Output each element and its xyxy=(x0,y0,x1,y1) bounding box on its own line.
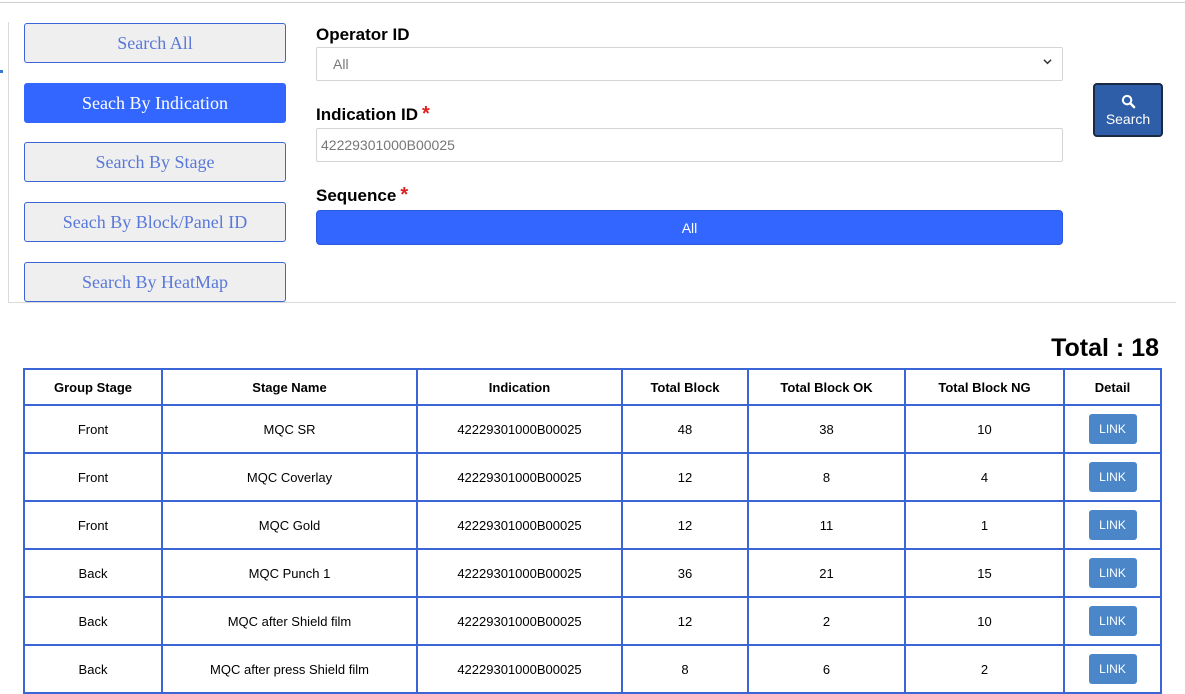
detail-cell: LINK xyxy=(1063,644,1162,694)
indication-cell: 42229301000B00025 xyxy=(416,404,623,454)
search-all-button[interactable]: Search All xyxy=(24,23,286,63)
search-by-block-panel-button[interactable]: Seach By Block/Panel ID xyxy=(24,202,286,242)
indication-id-value: 42229301000B00025 xyxy=(321,137,455,153)
detail-link-button[interactable]: LINK xyxy=(1088,510,1137,540)
indication-cell: 42229301000B00025 xyxy=(416,596,623,646)
detail-cell: LINK xyxy=(1063,452,1162,502)
group-stage-cell: Front xyxy=(23,452,163,502)
indication-cell: 42229301000B00025 xyxy=(416,500,623,550)
total-block-ng-cell: 4 xyxy=(904,452,1065,502)
table-row: Back MQC after press Shield film 4222930… xyxy=(23,644,1162,694)
table-row: Back MQC Punch 1 42229301000B00025 36 21… xyxy=(23,548,1162,598)
operator-id-select[interactable]: All xyxy=(316,47,1063,81)
chevron-down-icon xyxy=(1043,59,1052,65)
search-button-label: Search xyxy=(1105,110,1151,127)
detail-link-button[interactable]: LINK xyxy=(1088,558,1137,588)
stage-name-cell: MQC Punch 1 xyxy=(161,548,418,598)
total-block-cell: 12 xyxy=(621,500,749,550)
total-block-ng-cell: 2 xyxy=(904,644,1065,694)
column-header: Stage Name xyxy=(161,368,418,406)
edge-marker xyxy=(0,70,3,73)
column-header: Total Block xyxy=(621,368,749,406)
operator-id-label: Operator ID xyxy=(316,25,410,44)
detail-cell: LINK xyxy=(1063,404,1162,454)
total-block-ng-cell: 1 xyxy=(904,500,1065,550)
sequence-value: All xyxy=(681,219,698,236)
total-block-ng-cell: 15 xyxy=(904,548,1065,598)
operator-id-value: All xyxy=(333,56,349,72)
table-row: Back MQC after Shield film 42229301000B0… xyxy=(23,596,1162,646)
total-block-ok-cell: 21 xyxy=(747,548,906,598)
total-block-ng-cell: 10 xyxy=(904,404,1065,454)
indication-cell: 42229301000B00025 xyxy=(416,644,623,694)
indication-id-label: Indication ID * xyxy=(316,103,430,125)
search-by-stage-button[interactable]: Search By Stage xyxy=(24,142,286,182)
group-stage-cell: Back xyxy=(23,644,163,694)
search-by-heatmap-button[interactable]: Search By HeatMap xyxy=(24,262,286,302)
stage-name-cell: MQC after Shield film xyxy=(161,596,418,646)
stage-name-cell: MQC SR xyxy=(161,404,418,454)
top-divider xyxy=(0,2,1185,3)
total-block-cell: 36 xyxy=(621,548,749,598)
required-marker: * xyxy=(400,184,409,206)
indication-cell: 42229301000B00025 xyxy=(416,548,623,598)
group-stage-cell: Front xyxy=(23,500,163,550)
detail-cell: LINK xyxy=(1063,548,1162,598)
total-block-ok-cell: 8 xyxy=(747,452,906,502)
column-header: Indication xyxy=(416,368,623,406)
required-marker: * xyxy=(422,103,430,125)
indication-id-input[interactable]: 42229301000B00025 xyxy=(316,128,1063,162)
search-icon xyxy=(1121,94,1135,108)
sequence-select-button[interactable]: All xyxy=(316,210,1063,245)
indication-cell: 42229301000B00025 xyxy=(416,452,623,502)
search-button[interactable]: Search xyxy=(1093,83,1163,137)
total-block-cell: 12 xyxy=(621,596,749,646)
search-by-indication-button[interactable]: Seach By Indication xyxy=(24,83,286,123)
total-block-ok-cell: 6 xyxy=(747,644,906,694)
total-block-cell: 12 xyxy=(621,452,749,502)
detail-cell: LINK xyxy=(1063,500,1162,550)
table-row: Front MQC SR 42229301000B00025 48 38 10 … xyxy=(23,404,1162,454)
table-row: Front MQC Coverlay 42229301000B00025 12 … xyxy=(23,452,1162,502)
detail-link-button[interactable]: LINK xyxy=(1088,414,1137,444)
total-block-ok-cell: 11 xyxy=(747,500,906,550)
table-header-row: Group Stage Stage Name Indication Total … xyxy=(23,368,1162,406)
sequence-label: Sequence * xyxy=(316,184,409,206)
group-stage-cell: Back xyxy=(23,596,163,646)
detail-cell: LINK xyxy=(1063,596,1162,646)
column-header: Total Block NG xyxy=(904,368,1065,406)
total-block-cell: 8 xyxy=(621,644,749,694)
column-header: Group Stage xyxy=(23,368,163,406)
detail-link-button[interactable]: LINK xyxy=(1088,606,1137,636)
results-total: Total : 18 xyxy=(1051,334,1159,362)
stage-name-cell: MQC Coverlay xyxy=(161,452,418,502)
detail-link-button[interactable]: LINK xyxy=(1088,462,1137,492)
total-block-ng-cell: 10 xyxy=(904,596,1065,646)
total-block-ok-cell: 2 xyxy=(747,596,906,646)
total-block-cell: 48 xyxy=(621,404,749,454)
stage-name-cell: MQC Gold xyxy=(161,500,418,550)
column-header: Detail xyxy=(1063,368,1162,406)
total-block-ok-cell: 38 xyxy=(747,404,906,454)
column-header: Total Block OK xyxy=(747,368,906,406)
detail-link-button[interactable]: LINK xyxy=(1088,654,1137,684)
group-stage-cell: Front xyxy=(23,404,163,454)
results-table: Group Stage Stage Name Indication Total … xyxy=(23,368,1162,694)
table-row: Front MQC Gold 42229301000B00025 12 11 1… xyxy=(23,500,1162,550)
stage-name-cell: MQC after press Shield film xyxy=(161,644,418,694)
group-stage-cell: Back xyxy=(23,548,163,598)
